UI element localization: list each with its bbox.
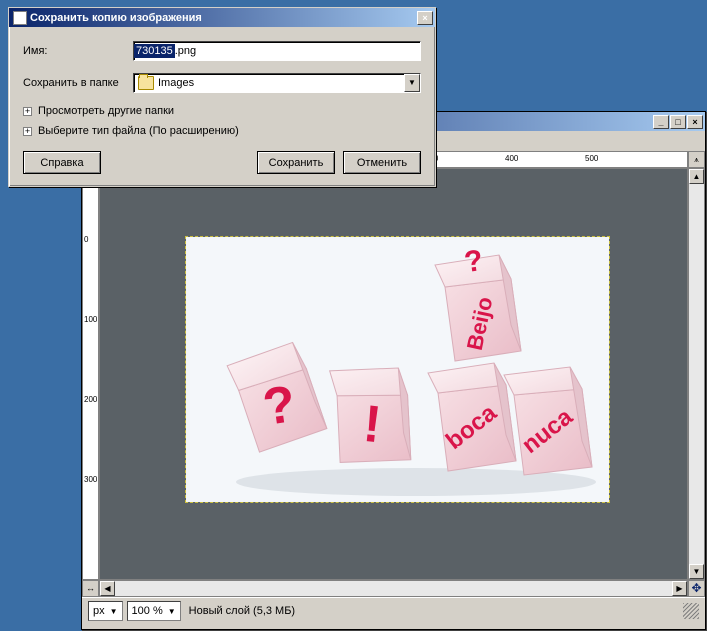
qm-icon[interactable]: ⩚ (689, 152, 704, 167)
dice-image: ? ! ? Beijo (186, 237, 609, 502)
ruler-h-tick: 500 (585, 154, 598, 163)
filetype-expander[interactable]: + Выберите тип файла (По расширению) (23, 125, 421, 137)
name-label: Имя: (23, 45, 133, 57)
ruler-v-tick: 0 (84, 235, 88, 244)
expand-icon: + (23, 107, 32, 116)
folder-icon (138, 76, 154, 90)
ruler-corner-right: ⩚ (688, 151, 705, 168)
filename-input[interactable]: 730135.png (133, 41, 421, 61)
image-editor-window: _ □ × Цвет Инструменты Фильтры Окна Спра… (81, 111, 706, 630)
ruler-v-tick: 200 (84, 395, 97, 404)
scroll-right-button[interactable]: ▶ (672, 581, 687, 596)
scroll-down-button[interactable]: ▼ (689, 564, 704, 579)
expand-icon: + (23, 127, 32, 136)
browse-folders-label: Просмотреть другие папки (38, 105, 174, 117)
minimize-button[interactable]: _ (653, 115, 669, 129)
filename-extension: .png (175, 44, 196, 58)
filename-selection: 730135 (134, 44, 175, 58)
close-button[interactable]: × (687, 115, 703, 129)
browse-folders-expander[interactable]: + Просмотреть другие папки (23, 105, 421, 117)
canvas-area: 0 100 200 300 (82, 168, 705, 580)
dropdown-arrow-icon: ▼ (107, 607, 118, 616)
dialog-close-button[interactable]: × (417, 11, 433, 25)
dialog-icon (13, 11, 27, 25)
unit-value: px (93, 605, 105, 617)
scrollbar-vertical[interactable]: ▲ ▼ (688, 168, 705, 580)
ruler-h-tick: 400 (505, 154, 518, 163)
dialog-title: Сохранить копию изображения (30, 12, 202, 24)
scroll-v-track[interactable] (689, 184, 704, 564)
zoom-value: 100 % (132, 605, 163, 617)
scroll-left-button[interactable]: ◀ (100, 581, 115, 596)
unit-selector[interactable]: px▼ (88, 601, 123, 621)
maximize-button[interactable]: □ (670, 115, 686, 129)
dropdown-arrow-icon[interactable]: ▼ (404, 74, 420, 92)
resize-grip[interactable] (683, 603, 699, 619)
filetype-label: Выберите тип файла (По расширению) (38, 125, 239, 137)
help-button[interactable]: Справка (23, 151, 101, 174)
save-button[interactable]: Сохранить (257, 151, 335, 174)
layer-status: Новый слой (5,3 МБ) (185, 603, 299, 619)
ruler-origin-toggle[interactable]: ↔ (82, 580, 99, 597)
scroll-h-track[interactable] (115, 581, 672, 596)
canvas-viewport[interactable]: ? ! ? Beijo (99, 168, 688, 580)
save-copy-dialog: Сохранить копию изображения × Имя: 73013… (8, 7, 436, 187)
ruler-v-tick: 100 (84, 315, 97, 324)
cancel-button[interactable]: Отменить (343, 151, 421, 174)
zoom-selector[interactable]: 100 %▼ (127, 601, 181, 621)
folder-label: Сохранить в папке (23, 77, 133, 89)
scrollbar-horizontal[interactable]: ◀ ▶ (99, 580, 688, 597)
canvas-image[interactable]: ? ! ? Beijo (186, 237, 609, 502)
folder-value: Images (158, 77, 404, 89)
dropdown-arrow-icon: ▼ (165, 607, 176, 616)
ruler-vertical[interactable]: 0 100 200 300 (82, 168, 99, 580)
scroll-up-button[interactable]: ▲ (689, 169, 704, 184)
navigation-icon[interactable]: ✥ (688, 580, 705, 597)
dialog-titlebar[interactable]: Сохранить копию изображения × (9, 8, 435, 27)
folder-combo[interactable]: Images ▼ (133, 73, 421, 93)
status-bar: px▼ 100 %▼ Новый слой (5,3 МБ) (82, 597, 705, 624)
ruler-v-tick: 300 (84, 475, 97, 484)
